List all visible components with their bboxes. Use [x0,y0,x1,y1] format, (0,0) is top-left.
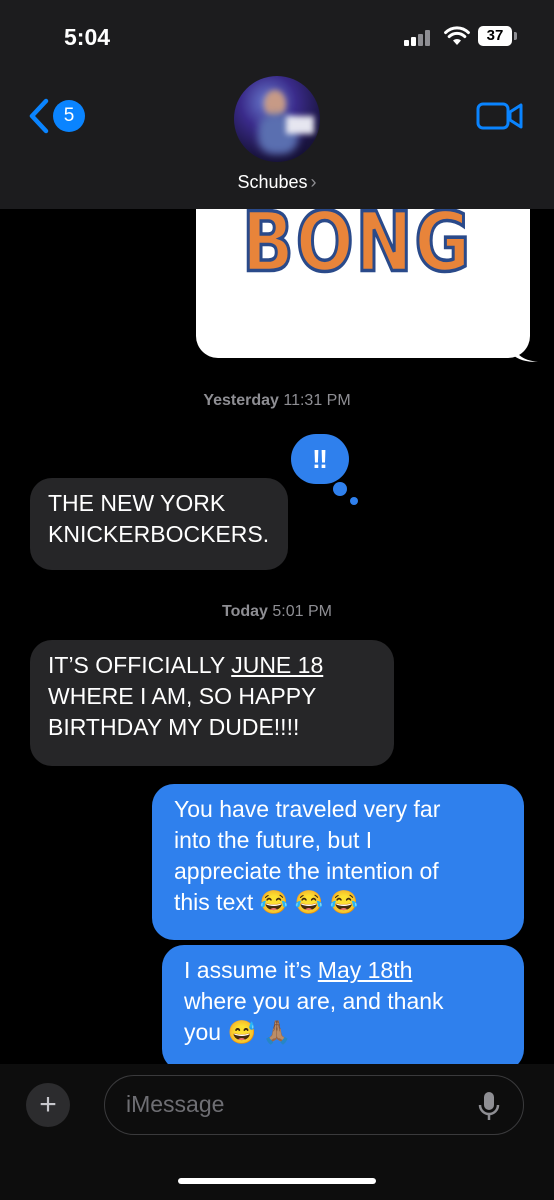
status-time: 5:04 [64,24,111,50]
message-incoming[interactable]: THE NEW YORK KNICKERBOCKERS. [30,478,288,570]
conversation-header: 5:04 37 5 Schubes › [0,0,554,209]
home-indicator[interactable] [178,1178,376,1184]
contact-avatar[interactable] [234,76,320,162]
cellular-signal-icon [404,30,434,46]
message-outgoing[interactable]: I assume it’s May 18th where you are, an… [162,945,524,1071]
tapback-dot [333,482,347,496]
apps-plus-button[interactable]: + [26,1083,70,1127]
chevron-right-icon: › [310,172,317,192]
bubble-tail [512,340,538,362]
battery-nub [514,32,517,40]
image-caption-text: BONG [240,194,473,292]
microphone-icon[interactable] [478,1090,500,1122]
battery-icon: 37 [478,26,512,46]
message-incoming[interactable]: IT’S OFFICIALLY JUNE 18 WHERE I AM, SO H… [30,640,394,766]
unread-count-badge[interactable]: 5 [53,100,85,132]
date-link[interactable]: JUNE 18 [231,652,323,678]
back-chevron-icon[interactable] [26,98,52,134]
timestamp: Yesterday 11:31 PM [203,392,351,409]
wifi-icon [444,26,470,45]
contact-name[interactable]: Schubes › [0,172,554,193]
tapback-exclamation-icon[interactable]: ‼ [291,434,349,484]
timestamp: Today 5:01 PM [222,603,332,620]
message-outgoing[interactable]: You have traveled very far into the futu… [152,784,524,940]
date-link[interactable]: May 18th [318,957,413,983]
tapback-dot [350,497,358,505]
video-call-icon[interactable] [476,100,524,132]
message-input-placeholder: iMessage [126,1091,225,1117]
